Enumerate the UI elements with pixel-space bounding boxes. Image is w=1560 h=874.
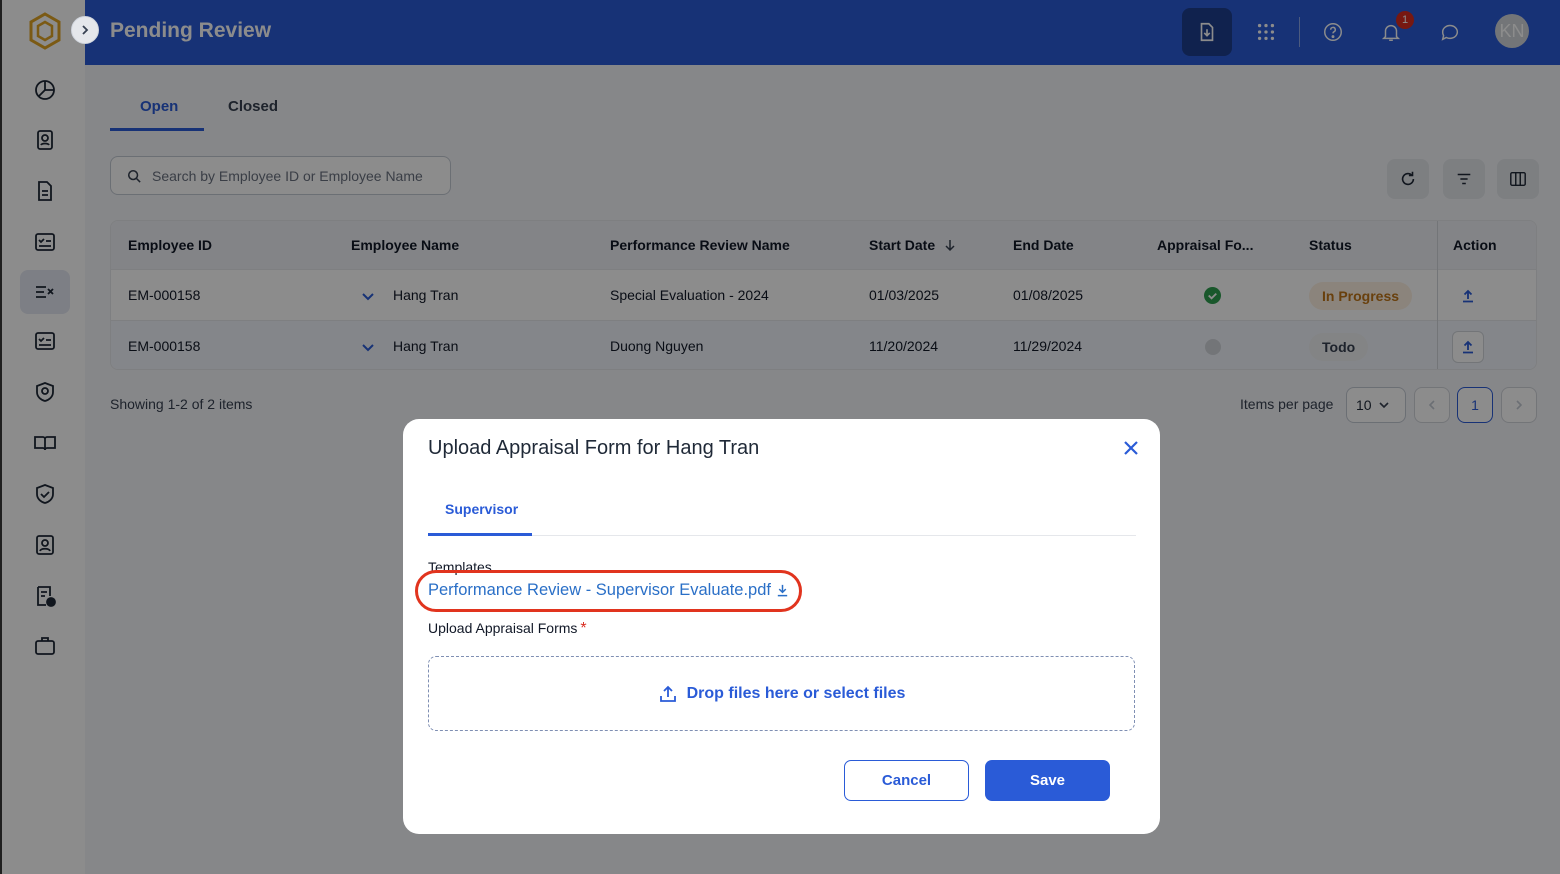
- cancel-button[interactable]: Cancel: [844, 760, 969, 801]
- sidebar-expand-button[interactable]: [71, 16, 99, 44]
- required-marker: *: [580, 620, 587, 637]
- modal-title: Upload Appraisal Form for Hang Tran: [428, 437, 760, 459]
- dropzone-text: Drop files here or select files: [686, 684, 906, 702]
- highlight-annotation: [415, 570, 802, 612]
- upload-icon: [659, 685, 676, 702]
- upload-forms-label: Upload Appraisal Forms *: [428, 620, 587, 638]
- chevron-right-icon: [82, 25, 89, 35]
- file-dropzone[interactable]: Drop files here or select files: [428, 656, 1135, 731]
- tab-supervisor[interactable]: Supervisor: [445, 501, 518, 517]
- tab-baseline: [428, 535, 1136, 536]
- close-icon[interactable]: [1120, 437, 1142, 459]
- upload-appraisal-modal: Upload Appraisal Form for Hang Tran Supe…: [403, 419, 1160, 834]
- upload-forms-label-text: Upload Appraisal Forms: [428, 620, 578, 636]
- save-button[interactable]: Save: [985, 760, 1110, 801]
- active-tab-indicator: [428, 533, 532, 536]
